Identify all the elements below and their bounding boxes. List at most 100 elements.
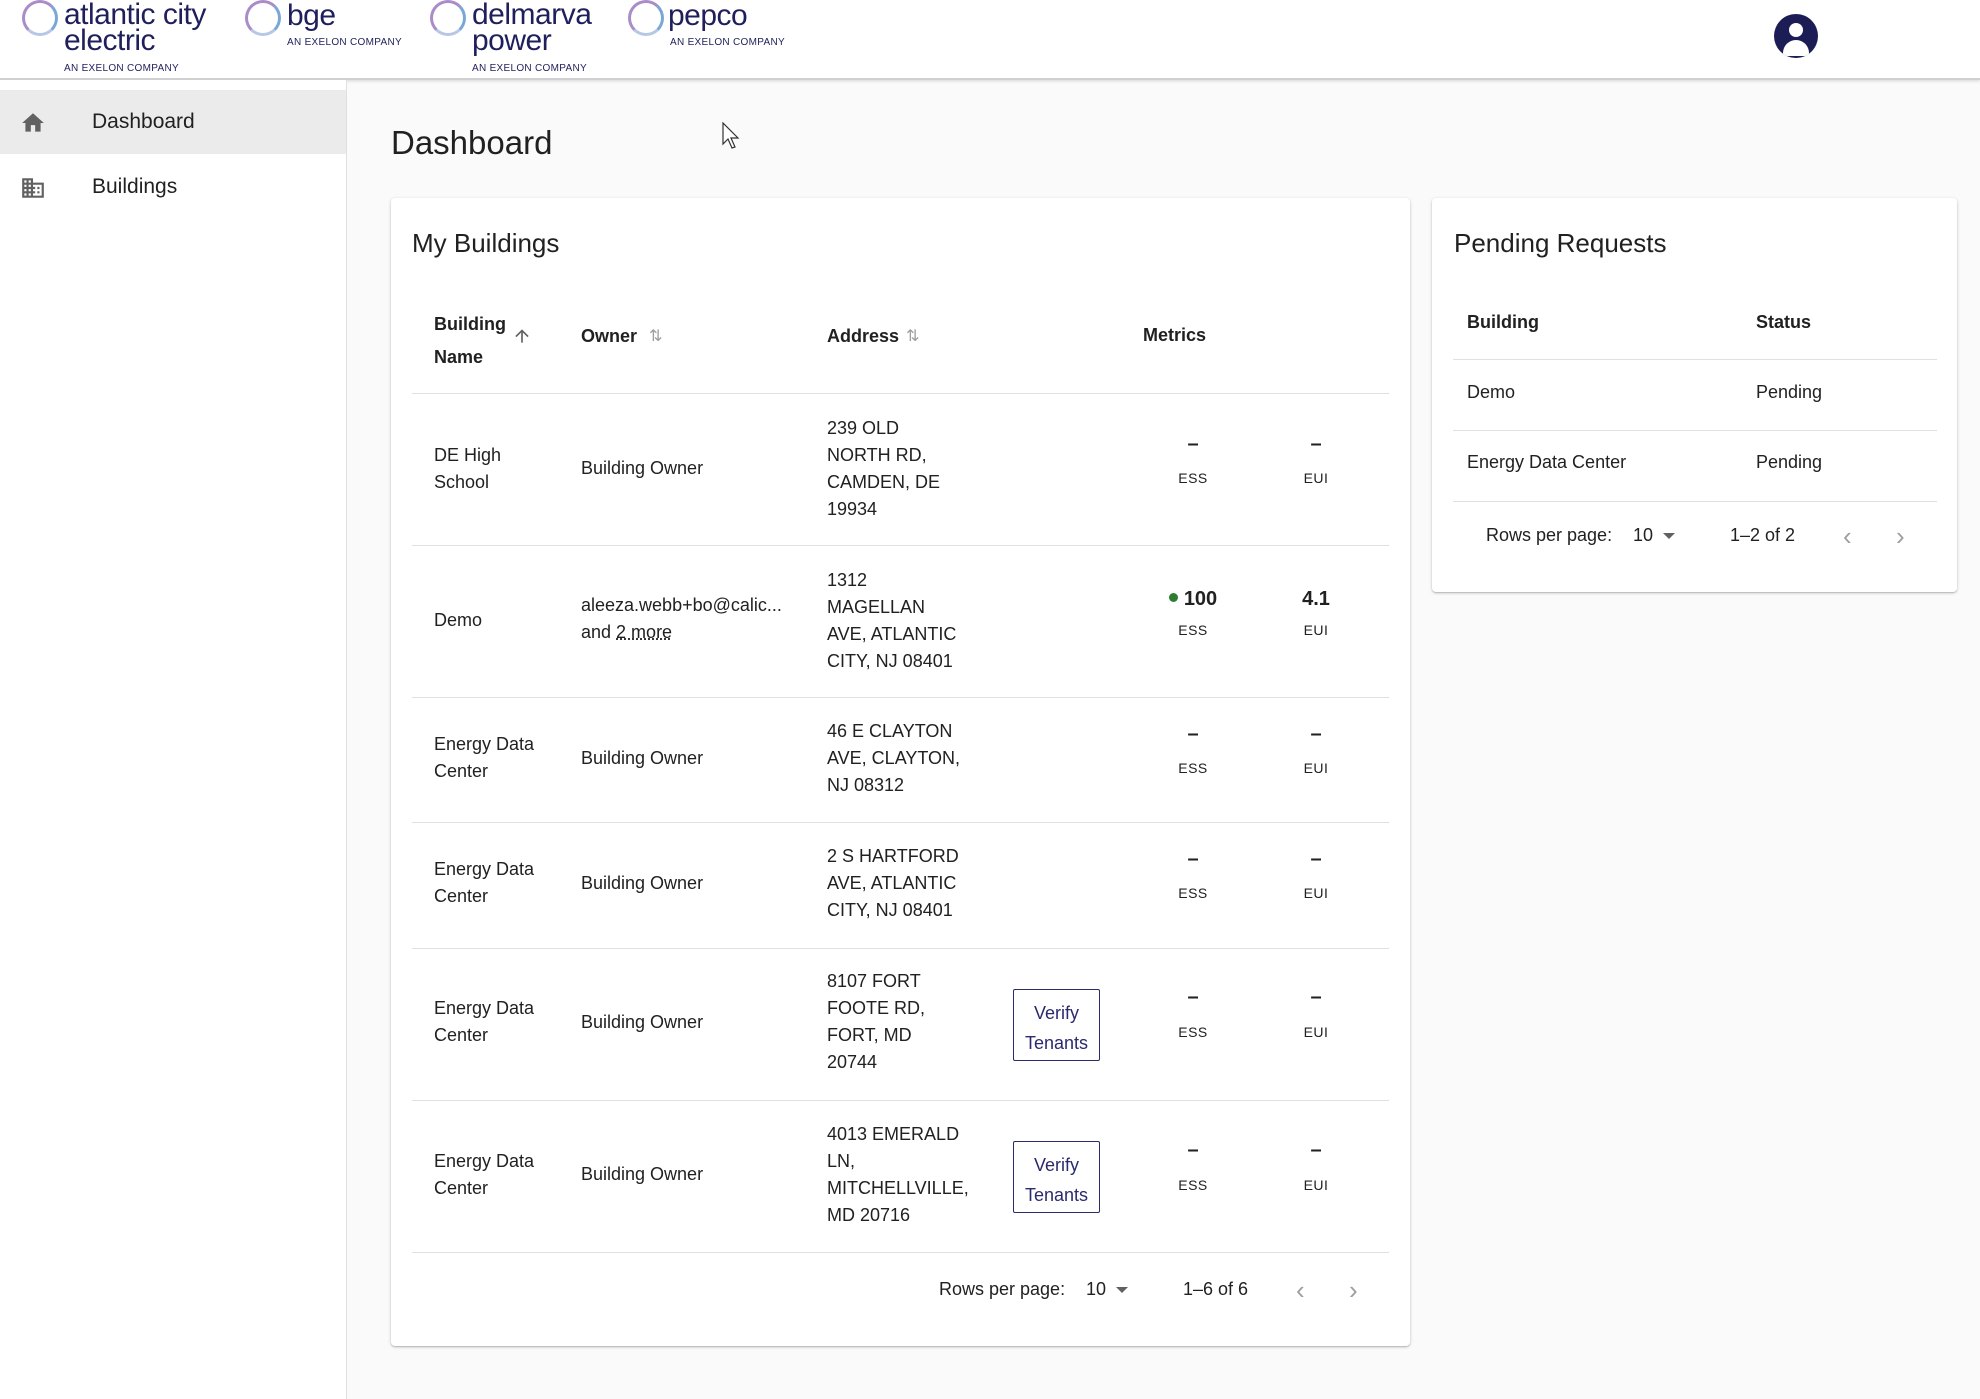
logo-ring-icon bbox=[245, 0, 281, 36]
card-title: My Buildings bbox=[412, 228, 560, 258]
ess-label: ESS bbox=[1178, 1177, 1208, 1193]
eui-label: EUI bbox=[1303, 1024, 1329, 1040]
rows-per-page-label: Rows per page: bbox=[1486, 525, 1613, 545]
status-dot-icon bbox=[1168, 593, 1178, 603]
previous-page-icon[interactable]: ‹ bbox=[1843, 523, 1852, 549]
row-divider bbox=[412, 1100, 1389, 1101]
row-divider bbox=[412, 697, 1389, 698]
home-icon bbox=[22, 113, 44, 132]
previous-page-icon[interactable]: ‹ bbox=[1296, 1277, 1305, 1303]
row-divider bbox=[412, 948, 1389, 949]
logo-ring-icon bbox=[22, 0, 58, 36]
sort-ascending-icon[interactable] bbox=[512, 326, 532, 346]
rows-per-page-select[interactable]: 10 bbox=[1086, 1279, 1129, 1300]
caret-down-icon bbox=[1116, 1287, 1129, 1294]
building-name-cell: Energy Data Center bbox=[434, 859, 535, 906]
verify-tenants-button[interactable]: Verify Tenants bbox=[1013, 989, 1100, 1061]
verify-tenants-button[interactable]: Verify Tenants bbox=[1013, 1141, 1100, 1213]
app-header: atlantic city electric AN EXELON COMPANY… bbox=[0, 0, 1980, 80]
row-divider bbox=[1453, 430, 1937, 431]
ess-label: ESS bbox=[1178, 622, 1208, 638]
eui-label: EUI bbox=[1303, 1177, 1329, 1193]
building-name-cell: DE High School bbox=[434, 445, 502, 492]
next-page-icon[interactable]: › bbox=[1349, 1277, 1358, 1303]
column-header-building: Building bbox=[1467, 312, 1539, 332]
address-cell: 239 OLD NORTH RD, CAMDEN, DE 19934 bbox=[827, 418, 941, 519]
address-cell: 8107 FORT FOOTE RD, FORT, MD 20744 bbox=[827, 971, 925, 1072]
eui-value: – bbox=[1310, 848, 1322, 870]
ess-label: ESS bbox=[1178, 1024, 1208, 1040]
ess-value: – bbox=[1187, 723, 1199, 745]
ess-value: – bbox=[1187, 1139, 1199, 1161]
sidebar: Dashboard Buildings bbox=[0, 80, 347, 1399]
sidebar-item-label: Dashboard bbox=[92, 110, 195, 133]
sidebar-item-dashboard[interactable]: Dashboard bbox=[0, 90, 346, 154]
account-circle-icon[interactable] bbox=[1774, 14, 1818, 58]
request-building-cell: Energy Data Center bbox=[1467, 452, 1627, 472]
sort-icon[interactable]: ⇅ bbox=[906, 326, 919, 346]
request-status-cell: Pending bbox=[1756, 382, 1823, 402]
logo-ring-icon bbox=[430, 0, 466, 36]
ess-value: 100 bbox=[1153, 588, 1233, 611]
row-divider bbox=[1453, 359, 1937, 360]
building-name-cell: Demo bbox=[434, 610, 483, 630]
column-header-address[interactable]: Address bbox=[827, 326, 899, 347]
eui-value: 4.1 bbox=[1302, 588, 1330, 610]
row-divider bbox=[412, 393, 1389, 394]
buildings-icon bbox=[22, 178, 44, 198]
ess-label: ESS bbox=[1178, 760, 1208, 776]
pagination-range: 1–6 of 6 bbox=[1183, 1279, 1249, 1299]
eui-value: – bbox=[1310, 1139, 1322, 1161]
request-status-cell: Pending bbox=[1756, 452, 1823, 472]
row-divider bbox=[412, 545, 1389, 546]
card-title: Pending Requests bbox=[1454, 228, 1667, 258]
ess-value: – bbox=[1187, 986, 1199, 1008]
eui-value: – bbox=[1310, 723, 1322, 745]
building-name-cell: Energy Data Center bbox=[434, 734, 535, 781]
rows-per-page-select[interactable]: 10 bbox=[1633, 525, 1676, 546]
column-header-building-name[interactable]: Building Name bbox=[434, 308, 506, 374]
pagination-range: 1–2 of 2 bbox=[1730, 525, 1796, 545]
column-header-metrics: Metrics bbox=[1143, 325, 1207, 345]
row-divider bbox=[412, 1252, 1389, 1253]
logo-ring-icon bbox=[628, 0, 664, 36]
row-divider bbox=[412, 822, 1389, 823]
eui-value: – bbox=[1310, 986, 1322, 1008]
owner-cell: Building Owner bbox=[581, 1012, 704, 1032]
eui-label: EUI bbox=[1303, 885, 1329, 901]
page-title: Dashboard bbox=[391, 124, 553, 161]
eui-label: EUI bbox=[1303, 760, 1329, 776]
rows-per-page-label: Rows per page: bbox=[939, 1279, 1066, 1299]
ess-label: ESS bbox=[1178, 885, 1208, 901]
column-header-status: Status bbox=[1756, 312, 1812, 332]
ess-label: ESS bbox=[1178, 470, 1208, 486]
ess-value: – bbox=[1187, 848, 1199, 870]
address-cell: 46 E CLAYTON AVE, CLAYTON, NJ 08312 bbox=[827, 721, 961, 795]
owner-cell: Building Owner bbox=[581, 458, 704, 478]
sort-icon[interactable]: ⇅ bbox=[649, 326, 662, 346]
eui-label: EUI bbox=[1303, 470, 1329, 486]
owner-cell: Building Owner bbox=[581, 748, 704, 768]
address-cell: 4013 EMERALD LN, MITCHELLVILLE, MD 20716 bbox=[827, 1124, 969, 1225]
eui-value: – bbox=[1310, 433, 1322, 455]
caret-down-icon bbox=[1663, 533, 1676, 540]
eui-label: EUI bbox=[1303, 622, 1329, 638]
row-divider bbox=[1453, 501, 1937, 502]
address-cell: 2 S HARTFORD AVE, ATLANTIC CITY, NJ 08401 bbox=[827, 846, 959, 920]
my-buildings-card: My Buildings Building Name Owner ⇅ Addres… bbox=[391, 198, 1410, 1346]
owner-cell: aleeza.webb+bo@calic... and 2 more bbox=[581, 595, 782, 642]
more-owners-link[interactable]: 2 more bbox=[616, 622, 672, 642]
column-header-owner[interactable]: Owner bbox=[581, 326, 637, 347]
owner-cell: Building Owner bbox=[581, 873, 704, 893]
next-page-icon[interactable]: › bbox=[1896, 523, 1905, 549]
owner-cell: Building Owner bbox=[581, 1164, 704, 1184]
ess-value: – bbox=[1187, 433, 1199, 455]
sidebar-item-label: Buildings bbox=[92, 175, 178, 198]
mouse-cursor-icon bbox=[722, 122, 740, 149]
request-building-cell: Demo bbox=[1467, 382, 1516, 402]
pending-requests-card: Pending Requests Building Status Demo Pe… bbox=[1432, 198, 1957, 592]
sidebar-item-buildings[interactable]: Buildings bbox=[0, 155, 346, 219]
building-name-cell: Energy Data Center bbox=[434, 998, 535, 1045]
building-name-cell: Energy Data Center bbox=[434, 1151, 535, 1198]
address-cell: 1312 MAGELLAN AVE, ATLANTIC CITY, NJ 08401 bbox=[827, 570, 957, 671]
